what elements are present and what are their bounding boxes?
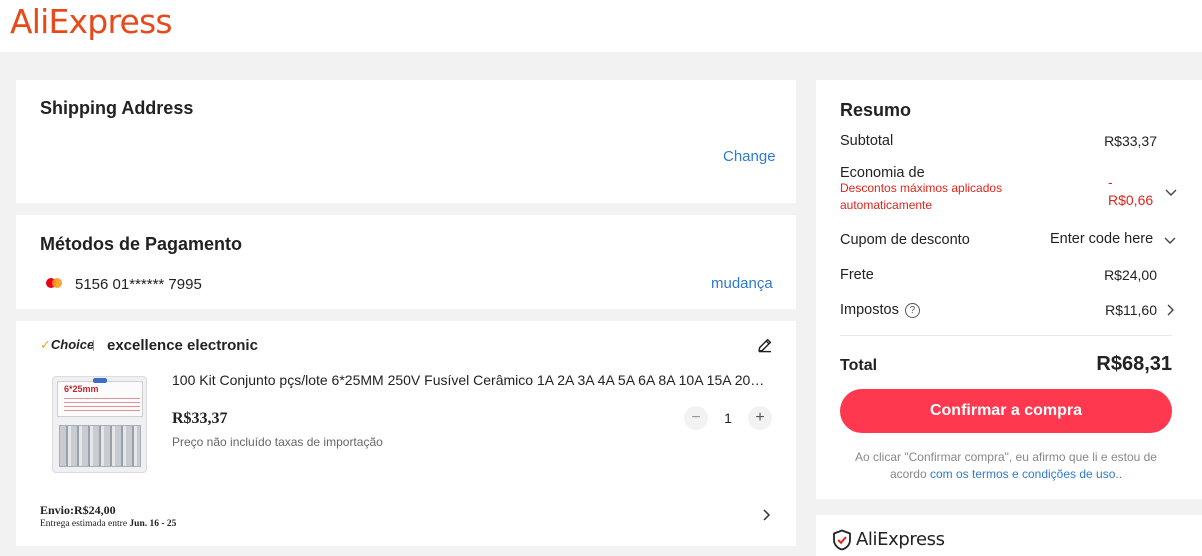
chevron-right-icon[interactable] bbox=[1163, 303, 1177, 317]
delivery-estimate: Entrega estimada entre Jun. 16 - 25 bbox=[40, 519, 177, 529]
saving-label: Economia de bbox=[840, 165, 925, 181]
shipping-value: R$24,00 bbox=[1104, 267, 1157, 283]
chevron-right-icon[interactable] bbox=[758, 507, 774, 523]
shipping-address-title: Shipping Address bbox=[40, 98, 194, 118]
saving-value: - R$0,66 bbox=[1108, 174, 1154, 208]
quantity-value[interactable]: 1 bbox=[720, 410, 736, 426]
summary-title: Resumo bbox=[840, 100, 912, 120]
taxes-label: Impostos ? bbox=[840, 302, 920, 318]
divider bbox=[840, 335, 1172, 336]
shield-check-icon bbox=[833, 529, 851, 551]
saving-sign: - bbox=[1108, 174, 1113, 190]
choice-badge: ✓Choice bbox=[40, 337, 94, 353]
coupon-label: Cupom de desconto bbox=[840, 232, 970, 248]
chevron-down-icon[interactable] bbox=[1163, 233, 1177, 247]
total-label: Total bbox=[840, 357, 878, 374]
product-price: R$33,37 bbox=[172, 410, 228, 427]
product-thumbnail[interactable]: 6*25mm bbox=[52, 376, 147, 473]
item-shipping-cost: Envio:R$24,00 bbox=[40, 503, 116, 517]
card-number: 5156 01****** 7995 bbox=[75, 276, 202, 293]
fuses-image bbox=[59, 425, 141, 467]
change-address-link[interactable]: Change bbox=[723, 148, 776, 165]
total-value: R$68,31 bbox=[1096, 353, 1172, 375]
store-name[interactable]: excellence electronic bbox=[107, 337, 258, 354]
delivery-dates: Jun. 16 - 25 bbox=[129, 519, 177, 529]
product-title[interactable]: 100 Kit Conjunto pçs/lote 6*25MM 250V Fu… bbox=[172, 372, 772, 388]
saving-note: Descontos máximos aplicados automaticame… bbox=[840, 181, 1003, 212]
quantity-increase-button[interactable]: + bbox=[748, 406, 772, 430]
mastercard-icon bbox=[44, 276, 64, 290]
order-summary-card: Resumo Subtotal R$33,37 Economia de Desc… bbox=[816, 80, 1202, 499]
payment-methods-title: Métodos de Pagamento bbox=[40, 234, 243, 254]
shipping-label: Frete bbox=[840, 267, 874, 283]
brand-assurance-card: AliExpress bbox=[816, 515, 1202, 556]
help-icon[interactable]: ? bbox=[904, 303, 920, 318]
payment-methods-card: Métodos de Pagamento 5156 01****** 7995 … bbox=[16, 215, 796, 309]
divider bbox=[93, 340, 94, 351]
choice-label: Choice bbox=[50, 337, 95, 352]
change-payment-link[interactable]: mudança bbox=[711, 275, 773, 292]
shipping-address-card: Shipping Address Change bbox=[16, 80, 796, 203]
product-image-label: 6*25mm bbox=[64, 384, 99, 394]
terms-notice: Ao clicar "Confirmar compra", eu afirmo … bbox=[855, 450, 1157, 481]
check-icon: ✓ bbox=[40, 337, 51, 352]
product-box-lid: 6*25mm bbox=[57, 381, 143, 417]
quantity-decrease-button[interactable]: − bbox=[684, 406, 708, 430]
subtotal-label: Subtotal bbox=[840, 133, 894, 149]
chevron-down-icon[interactable] bbox=[1164, 185, 1178, 199]
order-item-card: ✓Choice excellence electronic 6*25mm 100… bbox=[16, 321, 796, 546]
top-bar: AliExpress bbox=[0, 0, 1202, 52]
edit-pencil-icon[interactable] bbox=[756, 336, 774, 354]
taxes-value: R$11,60 bbox=[1105, 302, 1157, 318]
terms-link[interactable]: com os termos e condições de uso.. bbox=[930, 467, 1122, 481]
aliexpress-logo[interactable]: AliExpress bbox=[10, 2, 173, 41]
coupon-code-input[interactable]: Enter code here bbox=[1050, 231, 1153, 247]
subtotal-value: R$33,37 bbox=[1104, 133, 1157, 149]
brand-name: AliExpress bbox=[856, 529, 945, 550]
import-tax-note: Preço não incluído taxas de importação bbox=[172, 435, 383, 449]
confirm-purchase-button[interactable]: Confirmar a compra bbox=[840, 389, 1172, 433]
